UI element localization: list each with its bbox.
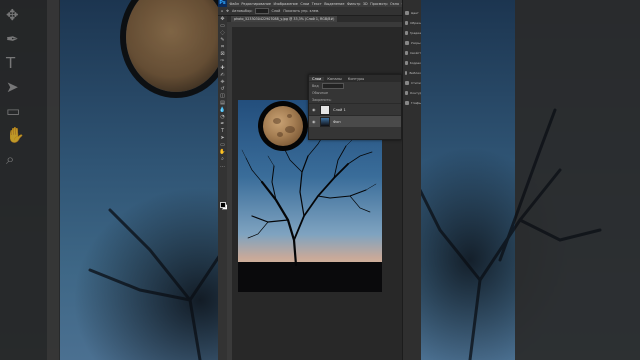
menu-3d[interactable]: 3D <box>363 2 368 6</box>
adjustments-icon <box>405 61 408 65</box>
gradient-tool-icon[interactable]: ▤ <box>218 100 227 107</box>
type-icon: T <box>6 54 16 72</box>
tab-channels[interactable]: Каналы <box>324 77 344 81</box>
menu-select[interactable]: Выделение <box>324 2 344 6</box>
layer-name[interactable]: Слой 1 <box>333 108 346 112</box>
menu-layers[interactable]: Слои <box>300 2 309 6</box>
foreground-color-swatch[interactable] <box>220 202 226 208</box>
eraser-tool-icon[interactable]: ◫ <box>218 93 227 100</box>
auto-select-label[interactable]: Автовыбор: <box>232 9 253 13</box>
move-tool-icon[interactable]: ✥ <box>218 16 227 23</box>
layer-row-1[interactable]: ◉ Слой 1 <box>309 103 401 115</box>
tab-paths[interactable]: Контуры <box>345 77 367 81</box>
menu-bar: Ps Файл Редактирование Изображение Слои … <box>218 0 420 7</box>
move-tool-icon[interactable]: ✥ <box>226 9 229 13</box>
menu-edit[interactable]: Редактирование <box>241 2 271 6</box>
moon-layer-selection[interactable] <box>258 101 308 151</box>
patterns-icon <box>405 41 409 45</box>
quick-select-icon[interactable]: ✎ <box>218 37 227 44</box>
layer-thumbnail <box>320 116 330 127</box>
side-panel-adjustments[interactable]: Коррекция <box>403 58 421 68</box>
side-panel-patterns[interactable]: Узоры <box>403 38 421 48</box>
stamp-tool-icon[interactable]: ⎈ <box>218 79 227 86</box>
path-select-icon[interactable]: ➤ <box>218 135 227 142</box>
options-bar: ⌂ ✥ Автовыбор: Слой Показать упр. элем. <box>218 7 420 16</box>
side-panel-glyphs[interactable]: Глифы <box>403 98 421 108</box>
frame-tool-icon[interactable]: ⊠ <box>218 51 227 58</box>
pointer-icon: ➤ <box>6 78 19 96</box>
gradients-icon <box>405 31 408 35</box>
menu-type[interactable]: Текст <box>312 2 322 6</box>
visibility-eye-icon[interactable]: ◉ <box>312 107 318 112</box>
eyedropper-icon[interactable]: ✑ <box>218 58 227 65</box>
docked-panels-strip: Цвет Образцы Градиенты Узоры Свойства Ко… <box>402 0 421 360</box>
zoom-tool-icon[interactable]: ⌕ <box>218 156 227 163</box>
menu-image[interactable]: Изображение <box>273 2 297 6</box>
marquee-tool-icon[interactable]: ▭ <box>218 23 227 30</box>
home-icon[interactable]: ⌂ <box>221 9 223 13</box>
rectangle-icon: ▭ <box>6 102 21 120</box>
blurred-toolbar: ✥ ✒ T ➤ ▭ ✋ ⌕ <box>6 6 46 174</box>
blurred-ruler <box>47 0 59 360</box>
moon-crater <box>285 126 295 133</box>
moon-crater <box>273 118 281 124</box>
pen-icon: ✒ <box>6 30 19 48</box>
moon-crater <box>287 114 292 118</box>
lock-row: Закрепить: <box>309 96 401 103</box>
brush-tool-icon[interactable]: ✍ <box>218 72 227 79</box>
layer-name[interactable]: Фон <box>333 120 341 124</box>
menu-window[interactable]: Окно <box>390 2 399 6</box>
zoom-icon: ⌕ <box>6 150 15 168</box>
blend-mode-dropdown[interactable]: Обычные <box>312 91 328 95</box>
tab-layers[interactable]: Слои <box>309 76 325 81</box>
shape-tool-icon[interactable]: ▭ <box>218 142 227 149</box>
swatches-icon <box>405 21 409 25</box>
color-icon <box>405 11 409 15</box>
blur-tool-icon[interactable]: 💧 <box>218 107 227 114</box>
filter-kind-dropdown[interactable] <box>321 82 344 89</box>
menu-file[interactable]: Файл <box>230 2 239 6</box>
pen-tool-icon[interactable]: ✒ <box>218 121 227 128</box>
history-brush-icon[interactable]: ↺ <box>218 86 227 93</box>
styles-icon <box>405 81 409 85</box>
more-tools-icon[interactable]: … <box>218 163 227 170</box>
blend-mode-row: Обычные <box>309 89 401 96</box>
visibility-eye-icon[interactable]: ◉ <box>312 119 318 124</box>
menu-filter[interactable]: Фильтр <box>347 2 360 6</box>
side-panel-styles[interactable]: Стили <box>403 78 421 88</box>
layers-panel-tabs: Слои Каналы Контуры <box>309 75 401 82</box>
hand-tool-icon[interactable]: ✋ <box>218 149 227 156</box>
menu-view[interactable]: Просмотр <box>370 2 387 6</box>
layer-row-background[interactable]: ◉ Фон <box>309 115 401 127</box>
layers-panel: Слои Каналы Контуры Вид Обычные Закрепит… <box>308 74 402 140</box>
lasso-tool-icon[interactable]: ◌ <box>218 30 227 37</box>
lock-label: Закрепить: <box>312 97 332 102</box>
layer-filter-row: Вид <box>309 82 401 89</box>
layer-dropdown[interactable] <box>254 8 269 14</box>
show-transform-controls[interactable]: Показать упр. элем. <box>283 9 319 13</box>
healing-brush-icon[interactable]: ✚ <box>218 65 227 72</box>
moon-image <box>263 106 303 146</box>
move-icon: ✥ <box>6 6 19 24</box>
dodge-tool-icon[interactable]: ◔ <box>218 114 227 121</box>
side-panel-paths[interactable]: Контуры <box>403 88 421 98</box>
side-panel-color[interactable]: Цвет <box>403 8 421 18</box>
layer-dropdown-value: Слой <box>271 9 281 13</box>
paths-icon <box>405 91 409 95</box>
type-tool-icon[interactable]: T <box>218 128 227 135</box>
side-panel-libraries[interactable]: Библиотеки <box>403 68 421 78</box>
side-panel-gradients[interactable]: Градиенты <box>403 28 421 38</box>
side-panel-properties[interactable]: Свойства <box>403 48 421 58</box>
moon-crater <box>277 132 283 137</box>
filter-kind-label[interactable]: Вид <box>312 84 319 88</box>
app-logo: Ps <box>218 0 227 7</box>
crop-tool-icon[interactable]: ⌗ <box>218 44 227 51</box>
libraries-icon <box>405 71 408 75</box>
hand-icon: ✋ <box>6 126 25 144</box>
side-panel-swatches[interactable]: Образцы <box>403 18 421 28</box>
properties-icon <box>405 51 408 55</box>
layer-thumbnail <box>320 104 330 115</box>
glyphs-icon <box>405 101 409 105</box>
